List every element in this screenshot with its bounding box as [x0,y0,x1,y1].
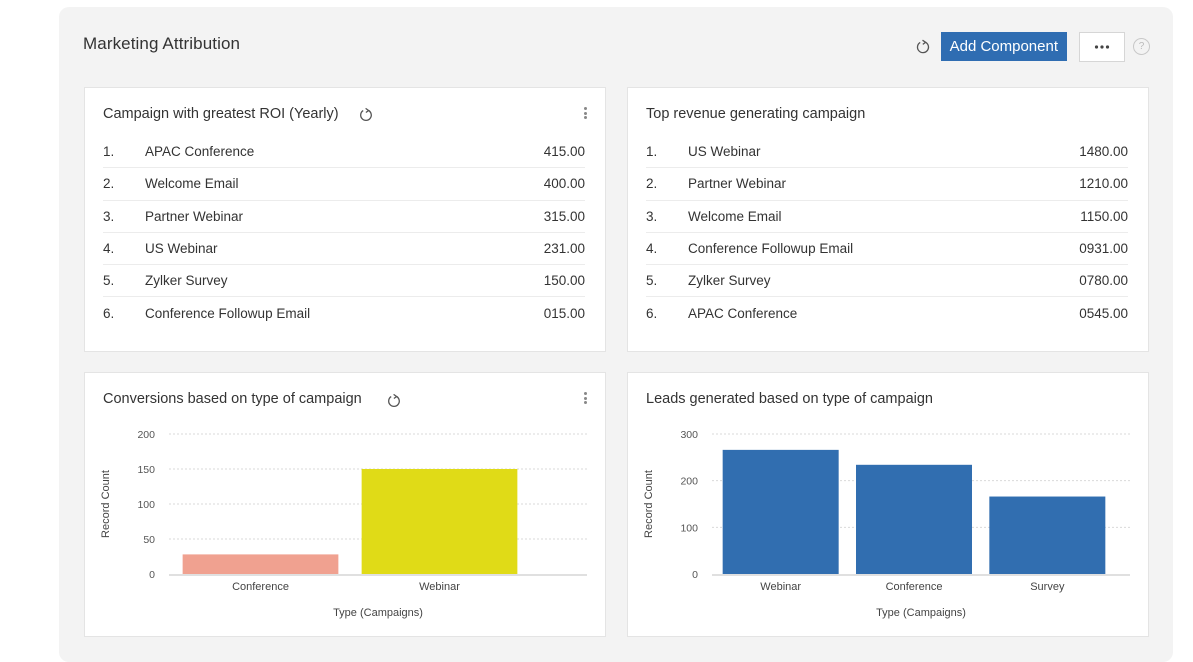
rank-number: 3. [646,208,658,224]
rank-number: 6. [646,306,658,322]
campaign-name: Zylker Survey [688,273,771,289]
list-item[interactable]: 1. APAC Conference 415.00 [103,136,585,169]
campaign-name: Partner Webinar [688,176,787,192]
conversions-widget: Conversions based on type of campaign 05… [84,372,606,637]
y-tick-label: 300 [680,429,698,441]
rank-number: 1. [103,144,115,160]
dashboard: Marketing Attribution Add Component ? Ca… [59,7,1173,662]
rank-number: 2. [103,176,115,192]
x-tick-label: Conference [886,581,943,593]
campaign-name: APAC Conference [145,144,255,160]
campaign-name: Conference Followup Email [688,241,854,257]
bar-webinar[interactable] [722,449,839,574]
list-item[interactable]: 2. Welcome Email 400.00 [103,168,585,201]
roi-list: 1. APAC Conference 415.00 2. Welcome Email 4… [103,136,585,330]
campaign-value: 415.00 [543,144,585,160]
campaign-value: 0545.00 [1079,306,1128,322]
campaign-value: 1150.00 [1080,208,1128,224]
y-tick-label: 50 [143,534,155,546]
more-options-button[interactable] [1079,31,1125,62]
rank-number: 4. [646,241,658,257]
list-item[interactable]: 5. Zylker Survey 0780.00 [646,265,1128,298]
campaign-value: 0931.00 [1079,241,1128,257]
campaign-value: 150.00 [543,273,585,289]
rank-number: 3. [103,208,115,224]
list-item[interactable]: 6. APAC Conference 0545.00 [646,297,1128,329]
campaign-name: Welcome Email [145,176,239,192]
y-tick-label: 200 [137,429,155,441]
list-item[interactable]: 4. US Webinar 231.00 [103,233,585,266]
bar-conference[interactable] [182,554,339,574]
revenue-widget: Top revenue generating campaign 1. US Web… [627,87,1149,352]
campaign-name: Conference Followup Email [145,306,311,322]
rank-number: 4. [103,241,115,257]
x-tick-label: Webinar [760,581,801,593]
campaign-name: Welcome Email [688,208,782,224]
campaign-value: 015.00 [543,306,585,322]
leads-bar-chart: 0 100 200 300 Webinar Conference Survey Type (C… [643,429,1130,619]
revenue-list: 1. US Webinar 1480.00 2. Partner Webinar 121… [646,136,1128,330]
list-item[interactable]: 3. Partner Webinar 315.00 [103,201,585,233]
x-tick-label: Conference [232,581,289,593]
bar-webinar[interactable] [361,469,518,574]
toolbar: Add Component ? [913,31,1150,62]
help-button[interactable]: ? [1133,38,1150,55]
x-axis-title: Type (Campaigns) [333,607,423,619]
bar-survey[interactable] [989,496,1106,574]
rank-number: 6. [103,306,115,322]
y-tick-label: 100 [137,499,155,511]
campaign-name: US Webinar [145,241,218,257]
y-axis-title: Record Count [643,470,655,538]
list-item[interactable]: 2. Partner Webinar 1210.00 [646,168,1128,201]
widget-menu-icon[interactable] [581,105,589,121]
list-item[interactable]: 4. Conference Followup Email 0931.00 [646,233,1128,266]
campaign-value: 1480.00 [1079,144,1128,160]
list-item[interactable]: 5. Zylker Survey 150.00 [103,265,585,298]
widget-title: Top revenue generating campaign [646,106,866,122]
rank-number: 2. [646,176,658,192]
rank-number: 5. [103,273,115,289]
campaign-value: 0780.00 [1079,273,1128,289]
campaign-value: 400.00 [543,176,585,192]
widget-title: Campaign with greatest ROI (Yearly) [103,106,339,122]
dashboard-refresh-button[interactable] [913,37,933,57]
leads-widget: Leads generated based on type of campaig… [627,372,1149,637]
rank-number: 5. [646,273,658,289]
campaign-value: 1210.00 [1079,176,1128,192]
list-item[interactable]: 6. Conference Followup Email 015.00 [103,297,585,329]
list-item[interactable]: 1. US Webinar 1480.00 [646,136,1128,169]
y-tick-label: 100 [680,522,698,534]
add-component-button[interactable]: Add Component [940,32,1067,61]
campaign-name: US Webinar [688,144,761,160]
y-tick-label: 0 [692,569,698,581]
x-tick-label: Survey [1030,581,1065,593]
y-tick-label: 0 [149,569,155,581]
ellipsis-icon [1094,44,1110,49]
refresh-icon[interactable] [358,107,374,123]
x-axis-title: Type (Campaigns) [876,607,966,619]
campaign-value: 231.00 [543,241,585,257]
roi-widget: Campaign with greatest ROI (Yearly) 1. AP… [84,87,606,352]
x-tick-label: Webinar [419,581,460,593]
campaign-value: 315.00 [543,208,585,224]
help-icon: ? [1138,41,1145,52]
bar-conference[interactable] [856,464,972,574]
y-axis-title: Record Count [100,470,112,538]
campaign-name: Zylker Survey [145,273,228,289]
list-item[interactable]: 3. Welcome Email 1150.00 [646,201,1128,233]
y-tick-label: 200 [680,476,698,488]
campaign-name: APAC Conference [688,306,798,322]
page-title: Marketing Attribution [83,34,241,53]
y-tick-label: 150 [137,464,155,476]
refresh-icon [916,39,929,53]
rank-number: 1. [646,144,658,160]
campaign-name: Partner Webinar [145,208,244,224]
conversions-bar-chart: 0 50 100 150 200 Conference Webinar Type (Campa… [100,429,587,619]
